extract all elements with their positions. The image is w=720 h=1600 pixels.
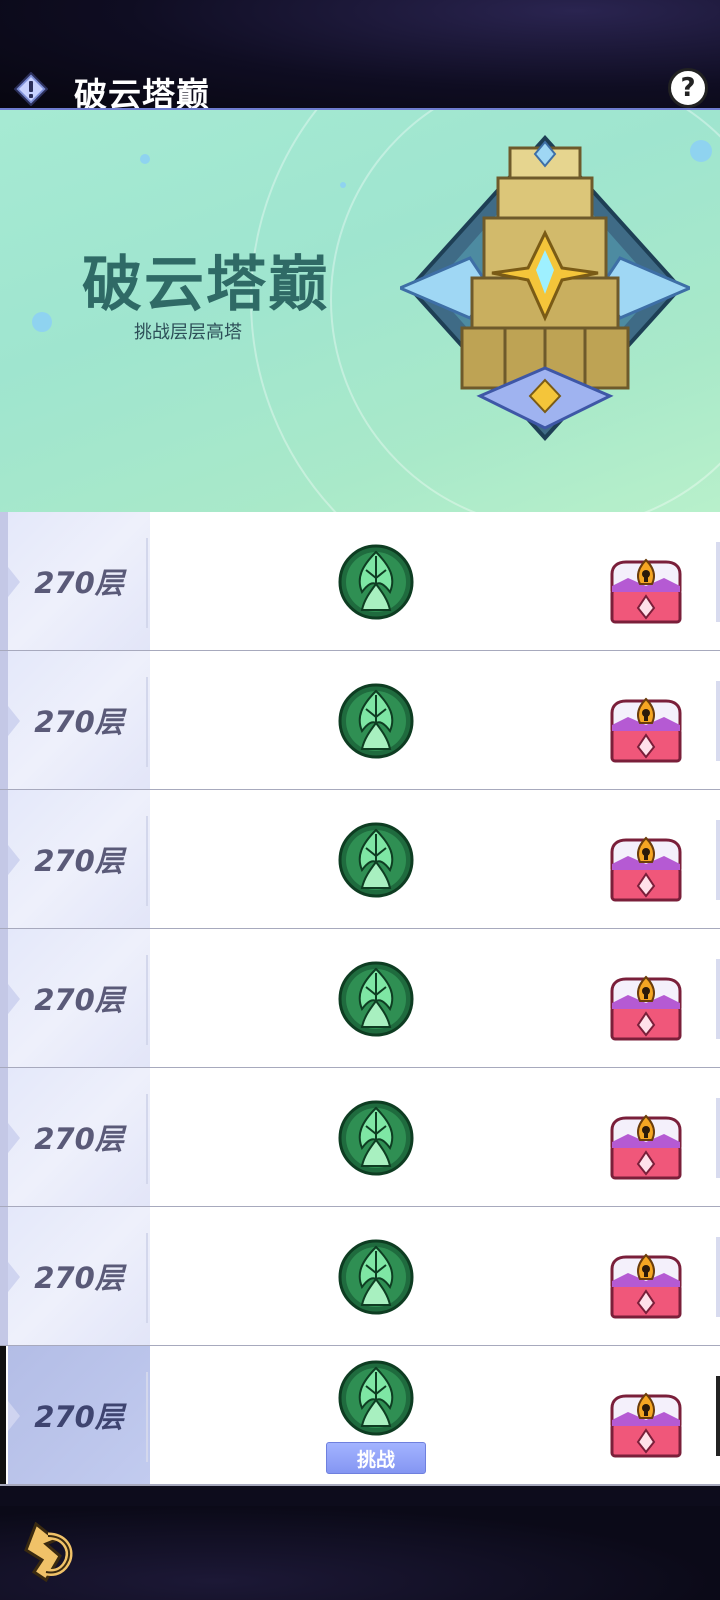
- banner-title: 破云塔巅: [82, 250, 330, 320]
- row-left-edge: [0, 512, 8, 650]
- green-leaf-emblem-icon: [338, 961, 414, 1037]
- page-title: 破云塔巅: [74, 75, 210, 114]
- decorative-dot: [32, 312, 52, 332]
- bottom-bar: [0, 1506, 720, 1600]
- row-left-edge: [0, 1207, 8, 1345]
- treasure-chest-icon[interactable]: [608, 973, 684, 1043]
- green-leaf-emblem-icon: [338, 1360, 414, 1436]
- row-right-edge: [716, 959, 720, 1039]
- floor-row[interactable]: 270层: [0, 651, 720, 791]
- floor-label: 270层: [34, 566, 124, 600]
- green-leaf-emblem-icon: [338, 1239, 414, 1315]
- floor-label: 270层: [34, 1261, 124, 1295]
- green-leaf-emblem-icon: [338, 822, 414, 898]
- row-left-edge: [0, 651, 8, 789]
- help-button[interactable]: ?: [668, 68, 708, 108]
- floor-list: 270层 270层 270层 270层 270层 270层 270层 挑战: [0, 512, 720, 1506]
- treasure-chest-icon[interactable]: [608, 1251, 684, 1321]
- row-right-edge: [716, 1098, 720, 1178]
- row-left-edge: [0, 1346, 6, 1484]
- banner-subtitle: 挑战层层高塔: [134, 322, 242, 343]
- treasure-chest-icon[interactable]: [608, 1390, 684, 1460]
- green-leaf-emblem-icon: [338, 1100, 414, 1176]
- treasure-chest-icon[interactable]: [608, 695, 684, 765]
- treasure-chest-icon[interactable]: [608, 834, 684, 904]
- question-mark-icon: ?: [680, 73, 696, 103]
- tower-banner: 破云塔巅 挑战层层高塔: [0, 110, 720, 512]
- floor-label: 270层: [34, 844, 124, 878]
- row-right-edge: [716, 1237, 720, 1317]
- floor-row-current[interactable]: 270层 挑战: [0, 1346, 720, 1486]
- row-left-edge: [0, 1068, 8, 1206]
- floor-label: 270层: [34, 705, 124, 739]
- floor-row[interactable]: 270层: [0, 790, 720, 930]
- exclamation-diamond-icon[interactable]: [13, 71, 49, 107]
- floor-row[interactable]: 270层: [0, 929, 720, 1069]
- decorative-dot: [140, 154, 150, 164]
- tower-emblem-icon: [400, 135, 690, 441]
- back-arrow-icon[interactable]: [16, 1522, 78, 1584]
- floor-row[interactable]: 270层: [0, 512, 720, 652]
- floor-label: 270层: [34, 1400, 124, 1434]
- row-right-edge: [716, 542, 720, 622]
- floor-row[interactable]: 270层: [0, 1068, 720, 1208]
- floor-label: 270层: [34, 983, 124, 1017]
- decorative-dot: [690, 140, 712, 162]
- green-leaf-emblem-icon: [338, 683, 414, 759]
- top-bar: 破云塔巅 ?: [0, 0, 720, 114]
- floor-label: 270层: [34, 1122, 124, 1156]
- row-left-edge: [0, 790, 8, 928]
- treasure-chest-icon[interactable]: [608, 1112, 684, 1182]
- row-left-edge: [0, 929, 8, 1067]
- row-right-edge: [716, 1376, 720, 1456]
- treasure-chest-icon[interactable]: [608, 556, 684, 626]
- row-right-edge: [716, 681, 720, 761]
- floor-row[interactable]: 270层: [0, 1207, 720, 1347]
- decorative-dot: [340, 182, 346, 188]
- row-right-edge: [716, 820, 720, 900]
- green-leaf-emblem-icon: [338, 544, 414, 620]
- challenge-button[interactable]: 挑战: [326, 1442, 426, 1474]
